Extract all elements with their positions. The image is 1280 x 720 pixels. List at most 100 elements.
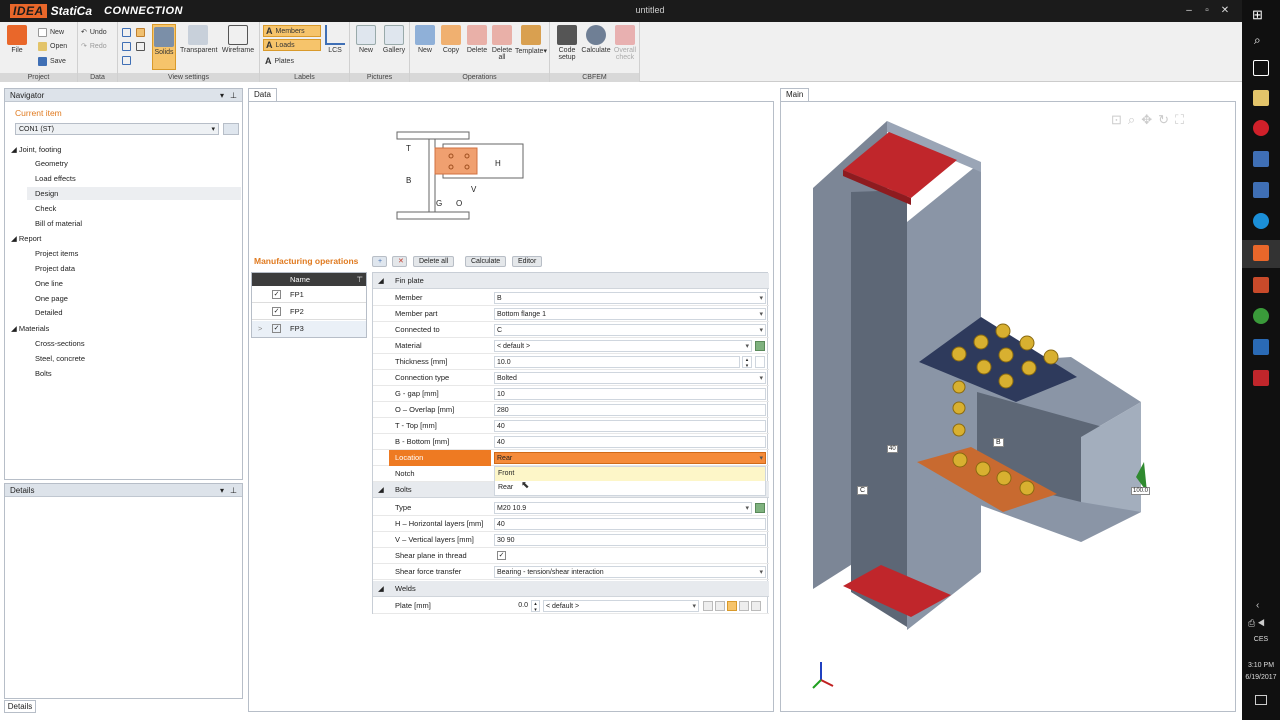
clock-time[interactable]: 3:10 PM bbox=[1242, 662, 1280, 669]
operation-checkbox[interactable]: ✓ bbox=[272, 290, 281, 299]
tree-item-bolts[interactable]: Bolts bbox=[35, 369, 52, 378]
tree-section-report[interactable]: ◢ Report bbox=[11, 234, 41, 243]
filter-icon[interactable]: ⊤ bbox=[356, 273, 363, 286]
powerpoint-icon[interactable] bbox=[1253, 277, 1269, 293]
windows-start-icon[interactable]: ⊞ bbox=[1252, 7, 1263, 23]
pin-icon[interactable]: ⊥ bbox=[230, 484, 237, 497]
chevron-down-icon[interactable]: ▾ bbox=[220, 484, 224, 497]
network-icon[interactable]: ⎙ ◀ bbox=[1248, 618, 1265, 629]
prop-location-select[interactable]: Rear bbox=[494, 452, 766, 464]
opera-icon[interactable] bbox=[1253, 120, 1269, 136]
tree-item-one-page[interactable]: One page bbox=[35, 294, 68, 303]
app-snow-icon[interactable] bbox=[1253, 339, 1269, 355]
file-explorer-icon[interactable] bbox=[1253, 90, 1269, 106]
delete-all-ops-button[interactable]: Delete all bbox=[413, 256, 455, 267]
open-button[interactable]: Open bbox=[38, 40, 67, 52]
weld-size-stepper[interactable]: ▴ ▾ bbox=[531, 600, 540, 613]
weld-type-icon[interactable] bbox=[751, 601, 761, 611]
weld-type-icon[interactable] bbox=[715, 601, 725, 611]
prop-horizontal-layers-input[interactable]: 40 bbox=[494, 518, 766, 530]
skype-icon[interactable] bbox=[1253, 213, 1269, 229]
tree-section-materials[interactable]: ◢ Materials bbox=[11, 324, 49, 333]
calculate-button[interactable]: Calculate bbox=[581, 25, 611, 54]
template-button[interactable]: Template▾ bbox=[514, 25, 548, 55]
tree-item-design[interactable]: Design bbox=[35, 189, 58, 198]
undo-button[interactable]: ↶ Undo bbox=[81, 26, 107, 38]
app-icon[interactable] bbox=[1253, 182, 1269, 198]
code-setup-button[interactable]: Code setup bbox=[554, 25, 580, 61]
app-save-icon[interactable] bbox=[1253, 151, 1269, 167]
operation-checkbox[interactable]: ✓ bbox=[272, 324, 281, 333]
search-icon[interactable]: ⌕ bbox=[1254, 33, 1261, 48]
weld-type-active-icon[interactable] bbox=[727, 601, 737, 611]
app-red-icon[interactable] bbox=[1253, 370, 1269, 386]
pin-icon[interactable]: ⊥ bbox=[230, 89, 237, 102]
prop-shear-force-transfer-select[interactable]: Bearing - tension/shear interaction bbox=[494, 566, 766, 578]
tab-main[interactable]: Main bbox=[780, 88, 810, 101]
chevron-down-icon[interactable]: ▾ bbox=[220, 89, 224, 102]
prop-connection-type-select[interactable]: Bolted bbox=[494, 372, 766, 384]
tree-item-steel-concrete[interactable]: Steel, concrete bbox=[35, 354, 85, 363]
wireframe-button[interactable]: Wireframe bbox=[220, 25, 256, 54]
transparent-button[interactable]: Transparent bbox=[180, 25, 217, 54]
tree-item-detailed[interactable]: Detailed bbox=[35, 308, 63, 317]
thickness-stepper[interactable]: ▴ ▾ bbox=[742, 356, 752, 369]
bolt-library-icon[interactable] bbox=[755, 503, 765, 513]
section-fin-plate[interactable]: ◢ Fin plate bbox=[373, 273, 769, 289]
idea-statica-icon[interactable] bbox=[1253, 245, 1269, 261]
weld-type-icon[interactable] bbox=[703, 601, 713, 611]
close-button[interactable]: ✕ bbox=[1218, 4, 1232, 18]
tree-item-geometry[interactable]: Geometry bbox=[35, 159, 68, 168]
remove-operation-button[interactable]: ✕ bbox=[392, 256, 407, 267]
language-indicator[interactable]: CES bbox=[1242, 636, 1280, 643]
operation-checkbox[interactable]: ✓ bbox=[272, 307, 281, 316]
view-pan-button[interactable] bbox=[136, 26, 145, 38]
prop-thickness-input[interactable]: 10.0 bbox=[494, 356, 740, 368]
restore-button[interactable]: ▫ bbox=[1200, 4, 1214, 18]
prop-overlap-input[interactable]: 280 bbox=[494, 404, 766, 416]
operation-row-selected[interactable]: > ✓ FP3 bbox=[252, 321, 366, 337]
gallery-button[interactable]: Gallery bbox=[380, 25, 408, 54]
prop-gap-input[interactable]: 10 bbox=[494, 388, 766, 400]
delete-button[interactable]: Delete bbox=[464, 25, 490, 54]
delete-all-button[interactable]: Delete all bbox=[490, 25, 514, 61]
view-front-button[interactable] bbox=[122, 54, 131, 66]
prop-member-select[interactable]: B bbox=[494, 292, 766, 304]
minimize-button[interactable]: – bbox=[1182, 4, 1196, 18]
operation-row[interactable]: ✓ FP2 bbox=[252, 304, 366, 320]
overall-check-button[interactable]: Overall check bbox=[612, 25, 638, 61]
editor-button[interactable]: Editor bbox=[512, 256, 543, 267]
members-toggle[interactable]: A Members bbox=[263, 25, 321, 37]
chrome-icon[interactable] bbox=[1253, 308, 1269, 324]
redo-button[interactable]: ↷ Redo bbox=[81, 40, 107, 52]
tree-item-cross-sections[interactable]: Cross-sections bbox=[35, 339, 85, 348]
weld-type-icon[interactable] bbox=[739, 601, 749, 611]
clock-date[interactable]: 6/19/2017 bbox=[1242, 674, 1280, 681]
prop-bolt-type-select[interactable]: M20 10.9 bbox=[494, 502, 752, 514]
lcs-button[interactable]: LCS bbox=[324, 25, 346, 54]
calculate-ops-button[interactable]: Calculate bbox=[465, 256, 507, 267]
tab-data[interactable]: Data bbox=[248, 88, 277, 101]
save-button[interactable]: Save bbox=[38, 55, 66, 67]
chevron-left-icon[interactable]: ‹ bbox=[1256, 600, 1259, 611]
tree-item-project-data[interactable]: Project data bbox=[35, 264, 75, 273]
add-item-button[interactable] bbox=[223, 123, 239, 135]
weld-material-select[interactable]: < default > bbox=[543, 600, 699, 612]
operation-row[interactable]: ✓ FP1 bbox=[252, 287, 366, 303]
prop-bottom-input[interactable]: 40 bbox=[494, 436, 766, 448]
tree-item-project-items[interactable]: Project items bbox=[35, 249, 78, 258]
dropdown-option-rear[interactable]: Rear bbox=[495, 481, 765, 495]
add-operation-button[interactable]: + bbox=[372, 256, 387, 267]
prop-material-select[interactable]: < default > bbox=[494, 340, 752, 352]
view-3d-button[interactable] bbox=[136, 40, 145, 52]
prop-connected-to-select[interactable]: C bbox=[494, 324, 766, 336]
tree-item-load-effects[interactable]: Load effects bbox=[35, 174, 76, 183]
material-library-icon[interactable] bbox=[755, 341, 765, 351]
tree-item-bill-of-material[interactable]: Bill of material bbox=[35, 219, 82, 228]
task-view-icon[interactable] bbox=[1253, 60, 1269, 76]
prop-top-input[interactable]: 40 bbox=[494, 420, 766, 432]
view-top-button[interactable] bbox=[122, 26, 131, 38]
plates-toggle[interactable]: A Plates bbox=[265, 55, 294, 67]
current-item-select[interactable]: CON1 (ST) ▾ bbox=[15, 123, 219, 135]
prop-vertical-layers-input[interactable]: 30 90 bbox=[494, 534, 766, 546]
